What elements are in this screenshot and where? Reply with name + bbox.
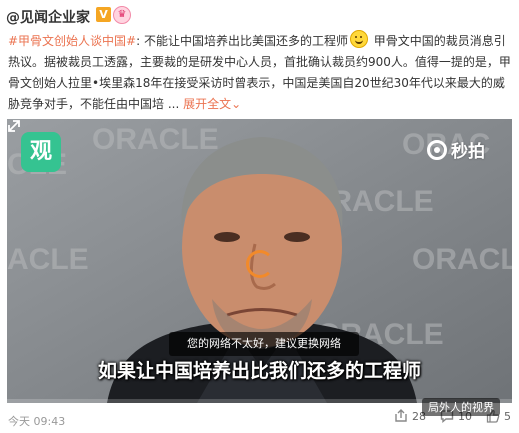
video-player[interactable]: CLE ORACLE ACLE ORACLE ORACL ORACLE ORAC… [7, 119, 512, 403]
post-time: 今天 09:43 [8, 415, 66, 428]
camera-icon [427, 139, 447, 160]
share-icon [395, 409, 407, 422]
svg-text:ACLE: ACLE [7, 243, 89, 276]
hashtag-link[interactable]: #甲骨文创始人谈中国# [8, 34, 136, 48]
source-watermark: 局外人的视界 [422, 398, 500, 416]
username-link[interactable]: @见闻企业家 [6, 7, 90, 27]
member-badge-icon: ♛ [113, 6, 131, 24]
video-subtitle: 如果让中国培养出比我们还多的工程师 [97, 360, 421, 382]
miaopai-label: 秒拍 [451, 142, 485, 162]
fullscreen-icon[interactable] [7, 119, 21, 133]
svg-text:ORACLE: ORACLE [92, 123, 219, 156]
loading-spinner-icon [246, 250, 274, 278]
ellipsis: ... [164, 97, 180, 111]
expand-full-text-link[interactable]: 展开全文⌄ [183, 97, 241, 111]
svg-text:ORACL: ORACL [412, 243, 512, 276]
post-headline: : 不能让中国培养出比美国还多的工程师 [136, 34, 348, 48]
smile-emoji-icon [349, 30, 368, 48]
post-text: #甲骨文创始人谈中国#: 不能让中国培养出比美国还多的工程师 甲骨文中国的裁员消… [8, 30, 513, 115]
miaopai-watermark: 秒拍 [427, 137, 485, 162]
channel-logo: 观 [21, 132, 61, 172]
verified-badge-icon: V [96, 7, 111, 22]
network-tip: 您的网络不太好，建议更换网络 [169, 332, 359, 356]
chevron-down-icon: ⌄ [231, 97, 242, 111]
expand-label: 展开全文 [183, 97, 232, 111]
like-count: 5 [504, 409, 511, 423]
post-header: @见闻企业家 V ♛ [0, 0, 519, 30]
